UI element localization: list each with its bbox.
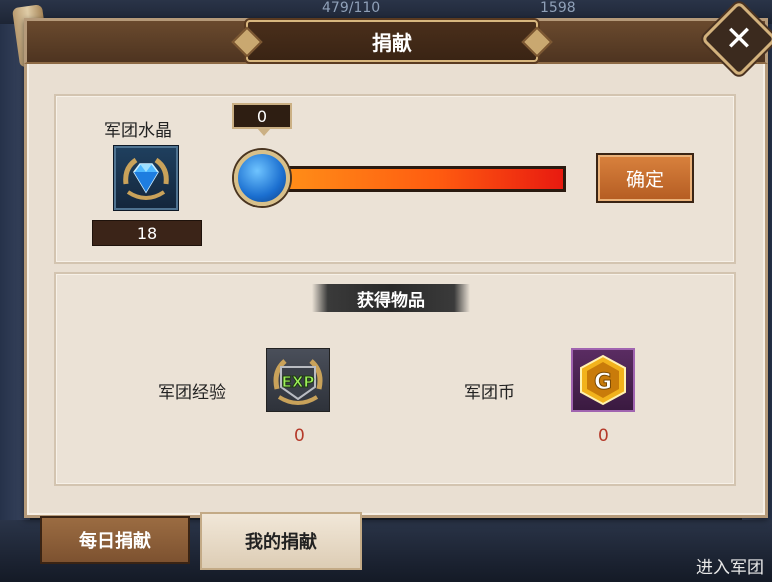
rewards-heading: 获得物品	[312, 284, 470, 312]
crystal-icon	[114, 146, 178, 210]
svg-text:G: G	[594, 370, 612, 395]
donation-slider-track[interactable]	[246, 166, 566, 192]
slider-value-badge: 0	[232, 103, 292, 136]
enter-guild-text[interactable]: 进入军团	[696, 553, 764, 578]
crystal-count: 18	[92, 220, 202, 246]
tab-my-donation[interactable]: 我的捐献	[200, 512, 362, 570]
close-icon[interactable]: ✕	[712, 12, 766, 66]
g-coin-icon: G	[571, 348, 635, 412]
reward-label-exp: 军团经验	[158, 383, 226, 403]
reward-value-exp: 0	[294, 426, 305, 446]
confirm-button[interactable]: 确定	[596, 153, 694, 203]
top-stat-1: 479/110	[322, 0, 381, 16]
tab-daily-donation[interactable]: 每日捐献	[40, 516, 190, 564]
reward-value-coin: 0	[598, 426, 609, 446]
top-stat-2: 1598	[540, 0, 576, 16]
reward-label-coin: 军团币	[464, 383, 515, 403]
svg-text:EXP: EXP	[282, 373, 315, 391]
crystal-label: 军团水晶	[104, 121, 172, 141]
donation-slider-knob[interactable]	[234, 150, 290, 206]
dialog-title: 捐献	[246, 20, 538, 62]
exp-icon: EXP	[266, 348, 330, 412]
